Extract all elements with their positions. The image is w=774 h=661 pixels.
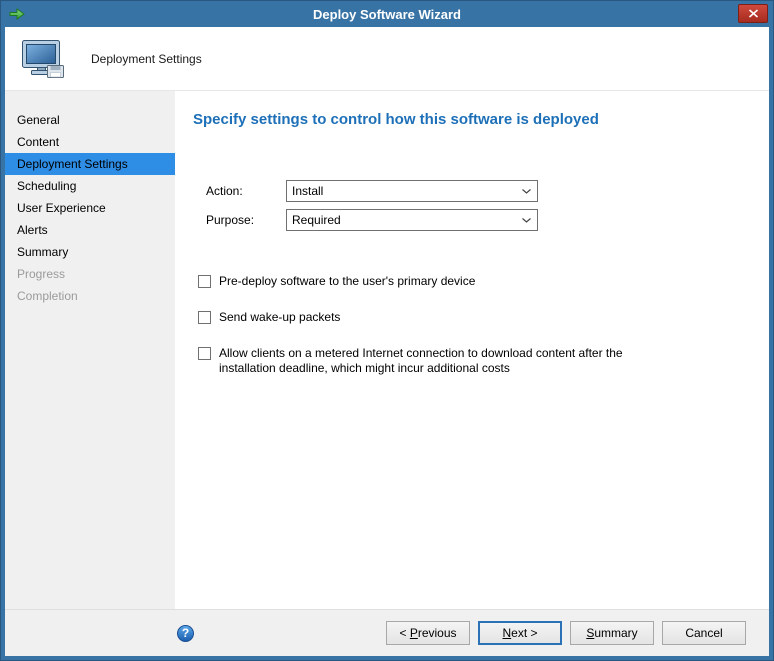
- checkbox-group: Pre-deploy software to the user's primar…: [198, 274, 745, 376]
- chevron-down-icon: [522, 217, 531, 223]
- settings-form: Action: Install Purpose: Required: [206, 180, 745, 231]
- sidebar-item-deployment-settings[interactable]: Deployment Settings: [5, 153, 175, 175]
- purpose-dropdown-value: Required: [292, 213, 341, 227]
- purpose-row: Purpose: Required: [206, 209, 745, 231]
- sidebar-item-progress: Progress: [17, 267, 66, 281]
- window-title: Deploy Software Wizard: [313, 6, 461, 22]
- wake-up-checkbox[interactable]: [198, 311, 211, 324]
- header-title: Deployment Settings: [91, 51, 202, 66]
- footer-bar: ? < Previous Next > Summary Cancel: [5, 609, 769, 656]
- action-row: Action: Install: [206, 180, 745, 202]
- previous-button[interactable]: < Previous: [386, 621, 470, 645]
- next-button[interactable]: Next >: [478, 621, 562, 645]
- main-panel: Specify settings to control how this sof…: [175, 91, 769, 609]
- wake-up-checkbox-label[interactable]: Send wake-up packets: [219, 310, 340, 325]
- window-body: Deployment Settings General Content Depl…: [5, 27, 769, 656]
- chevron-down-icon: [522, 188, 531, 194]
- sidebar-item-completion: Completion: [17, 289, 78, 303]
- help-icon[interactable]: ?: [177, 624, 194, 642]
- action-dropdown-value: Install: [292, 184, 324, 198]
- computer-software-icon: [21, 39, 67, 79]
- wizard-header: Deployment Settings: [5, 27, 769, 91]
- sidebar-item-user-experience[interactable]: User Experience: [5, 197, 175, 219]
- action-dropdown[interactable]: Install: [286, 180, 538, 202]
- metered-connection-checkbox-label[interactable]: Allow clients on a metered Internet conn…: [219, 346, 677, 376]
- titlebar: Deploy Software Wizard: [1, 1, 773, 27]
- wake-up-check-row: Send wake-up packets: [198, 310, 745, 325]
- sidebar-item-summary[interactable]: Summary: [5, 241, 175, 263]
- metered-connection-checkbox[interactable]: [198, 347, 211, 360]
- content-area: General Content Deployment Settings Sche…: [5, 91, 769, 609]
- forward-arrow-icon: [9, 7, 25, 21]
- purpose-label: Purpose:: [206, 213, 255, 227]
- close-button[interactable]: [738, 4, 768, 23]
- wizard-steps-sidebar: General Content Deployment Settings Sche…: [5, 91, 175, 609]
- purpose-dropdown[interactable]: Required: [286, 209, 538, 231]
- predeploy-check-row: Pre-deploy software to the user's primar…: [198, 274, 745, 289]
- close-icon: [748, 9, 758, 18]
- action-label: Action:: [206, 184, 243, 198]
- sidebar-item-scheduling[interactable]: Scheduling: [5, 175, 175, 197]
- deploy-software-wizard-window: Deploy Software Wizard Deployment Settin…: [0, 0, 774, 661]
- sidebar-item-alerts[interactable]: Alerts: [5, 219, 175, 241]
- metered-connection-check-row: Allow clients on a metered Internet conn…: [198, 346, 745, 376]
- sidebar-item-content[interactable]: Content: [5, 131, 175, 153]
- summary-button[interactable]: Summary: [570, 621, 654, 645]
- cancel-button[interactable]: Cancel: [662, 621, 746, 645]
- predeploy-checkbox-label[interactable]: Pre-deploy software to the user's primar…: [219, 274, 475, 289]
- sidebar-item-general[interactable]: General: [5, 109, 175, 131]
- predeploy-checkbox[interactable]: [198, 275, 211, 288]
- page-heading: Specify settings to control how this sof…: [193, 111, 599, 128]
